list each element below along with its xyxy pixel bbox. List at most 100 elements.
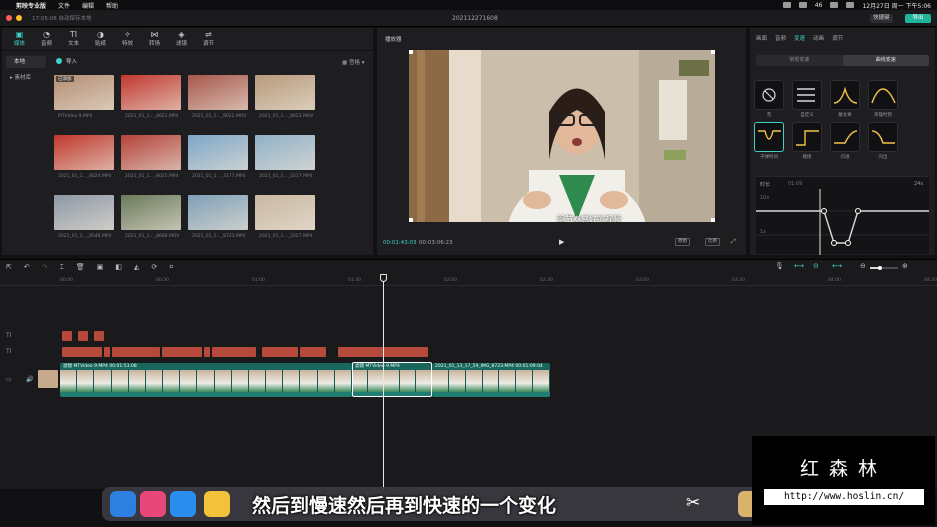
speed-preset[interactable] [792, 80, 822, 110]
tab-picture[interactable]: 画面 [756, 34, 767, 42]
time-ruler[interactable]: 00:00 00:30 01:00 01:30 02:00 02:30 03:00 03:30… [0, 276, 937, 286]
split-icon[interactable]: ⌶ [60, 263, 64, 272]
selected-clip-outline[interactable] [352, 362, 432, 397]
video-clip[interactable]: 2021_01_13_17_59_IMG_8723.MP4 00:01:09:0… [432, 363, 550, 397]
playhead[interactable] [383, 274, 384, 490]
tab-transition[interactable]: ⋈ 转场 [143, 30, 166, 47]
capcut-icon[interactable]: ✂ [686, 493, 700, 513]
tab-animation[interactable]: 动画 [813, 34, 824, 42]
redo-icon[interactable]: ↷ [42, 263, 48, 271]
normal-speed-tab[interactable]: 常规变速 [756, 55, 843, 66]
media-thumbnail[interactable] [54, 195, 114, 230]
status-icon[interactable] [782, 2, 791, 8]
speed-preset[interactable] [754, 80, 784, 110]
text-clip[interactable] [78, 331, 88, 341]
text-clip[interactable] [104, 347, 110, 357]
play-icon[interactable]: ▶ [559, 238, 564, 246]
status-icon[interactable] [798, 2, 807, 8]
tab-text[interactable]: TI 文本 [62, 30, 85, 47]
speed-curve-editor[interactable]: 时长 01:09 24s 10x 1x [756, 176, 929, 255]
speed-preset[interactable] [754, 122, 784, 152]
tab-filter[interactable]: ◈ 滤镜 [170, 30, 193, 47]
cover-thumbnail[interactable] [38, 370, 58, 388]
tab-adjust-props[interactable]: 调节 [832, 34, 843, 42]
delete-icon[interactable]: 🗑 [76, 263, 85, 271]
zoom-slider[interactable] [870, 266, 898, 270]
media-thumbnail[interactable] [255, 135, 315, 170]
media-thumbnail[interactable] [54, 135, 114, 170]
media-thumbnail[interactable] [188, 195, 248, 230]
playhead-handle[interactable] [380, 274, 387, 282]
control-center-icon[interactable] [846, 2, 855, 8]
freeze-icon[interactable]: ▣ [97, 263, 104, 271]
safari-icon[interactable] [170, 491, 196, 517]
media-thumbnail[interactable] [255, 75, 315, 110]
media-thumbnail[interactable] [121, 75, 181, 110]
photos-icon[interactable] [204, 491, 230, 517]
preview-axis-icon[interactable]: ⟷ [832, 262, 842, 270]
text-clip[interactable] [162, 347, 202, 357]
select-tool-icon[interactable]: ⇱ [6, 263, 12, 271]
mirror-icon[interactable]: ◭ [134, 263, 139, 271]
import-button[interactable]: 导入 [56, 57, 77, 65]
menu-edit[interactable]: 编辑 [82, 1, 94, 10]
menu-help[interactable]: 帮助 [106, 1, 118, 10]
text-clip[interactable] [112, 347, 160, 357]
speed-preset[interactable] [830, 122, 860, 152]
text-clip[interactable] [62, 347, 102, 357]
speed-preset[interactable] [830, 80, 860, 110]
zoom-out-icon[interactable]: ⊖ [860, 262, 866, 270]
media-thumbnail[interactable]: 已添加 [54, 75, 114, 110]
shortcut-button[interactable]: 快捷键 [870, 14, 893, 23]
original-button[interactable]: 原始 [675, 238, 690, 246]
media-thumbnail[interactable] [188, 75, 248, 110]
text-clip[interactable] [94, 331, 104, 341]
rotate-icon[interactable]: ⟳ [151, 263, 157, 271]
close-window-icon[interactable] [6, 15, 12, 21]
wifi-icon[interactable] [830, 2, 839, 8]
text-clip[interactable] [262, 347, 298, 357]
media-thumbnail[interactable] [121, 195, 181, 230]
fullscreen-icon[interactable]: ⤢ [731, 238, 736, 246]
media-thumbnail[interactable] [121, 135, 181, 170]
crop-handle[interactable] [711, 50, 715, 54]
speed-preset[interactable] [792, 122, 822, 152]
text-clip[interactable] [300, 347, 326, 357]
speed-preset[interactable] [868, 80, 898, 110]
video-preview[interactable]: 嗣节奏感好的视频 [409, 50, 715, 222]
tab-adjust[interactable]: ⇌ 调节 [197, 30, 220, 47]
video-clip[interactable]: 滤镜 MTVideo 9.MP4 00:01:53:08 [60, 363, 352, 397]
main-track-magnet-icon[interactable]: ⟷ [794, 262, 804, 270]
crop-handle[interactable] [409, 218, 413, 222]
zoom-in-icon[interactable]: ⊕ [902, 262, 908, 270]
tab-effects[interactable]: ✧ 特效 [116, 30, 139, 47]
media-thumbnail[interactable] [188, 135, 248, 170]
crop-icon[interactable]: ⌗ [169, 263, 173, 272]
speed-preset[interactable] [868, 122, 898, 152]
media-thumbnail[interactable] [255, 195, 315, 230]
finder-icon[interactable] [110, 491, 136, 517]
text-clip[interactable] [62, 331, 72, 341]
menubar-clock[interactable]: 12月27日 周一 下午5:06 [862, 1, 931, 10]
launchpad-icon[interactable] [140, 491, 166, 517]
side-nav-local[interactable]: 本地 [6, 56, 46, 68]
crop-handle[interactable] [711, 218, 715, 222]
tab-audio[interactable]: ◔ 音频 [35, 30, 58, 47]
text-clip[interactable] [204, 347, 210, 357]
menu-file[interactable]: 文件 [58, 1, 70, 10]
view-mode-dropdown[interactable]: ▦ 宫格 ▾ [342, 58, 364, 66]
crop-handle[interactable] [409, 50, 413, 54]
microphone-icon[interactable]: 🎙 [775, 262, 784, 270]
minimize-window-icon[interactable] [16, 15, 22, 21]
side-nav-library[interactable]: ▸ 素材库 [6, 72, 46, 84]
undo-icon[interactable]: ↶ [24, 263, 30, 271]
mute-track-icon[interactable]: 🔊 [26, 376, 33, 383]
link-icon[interactable]: ⊝ [813, 262, 819, 270]
tab-media[interactable]: ▣ 媒体 [8, 30, 31, 47]
tab-audio-props[interactable]: 音频 [775, 34, 786, 42]
reverse-icon[interactable]: ◧ [115, 263, 122, 271]
tab-sticker[interactable]: ◑ 贴纸 [89, 30, 112, 47]
ratio-button[interactable]: 比例 [705, 238, 720, 246]
tab-speed[interactable]: 变速 [794, 34, 805, 42]
text-clip[interactable] [212, 347, 256, 357]
